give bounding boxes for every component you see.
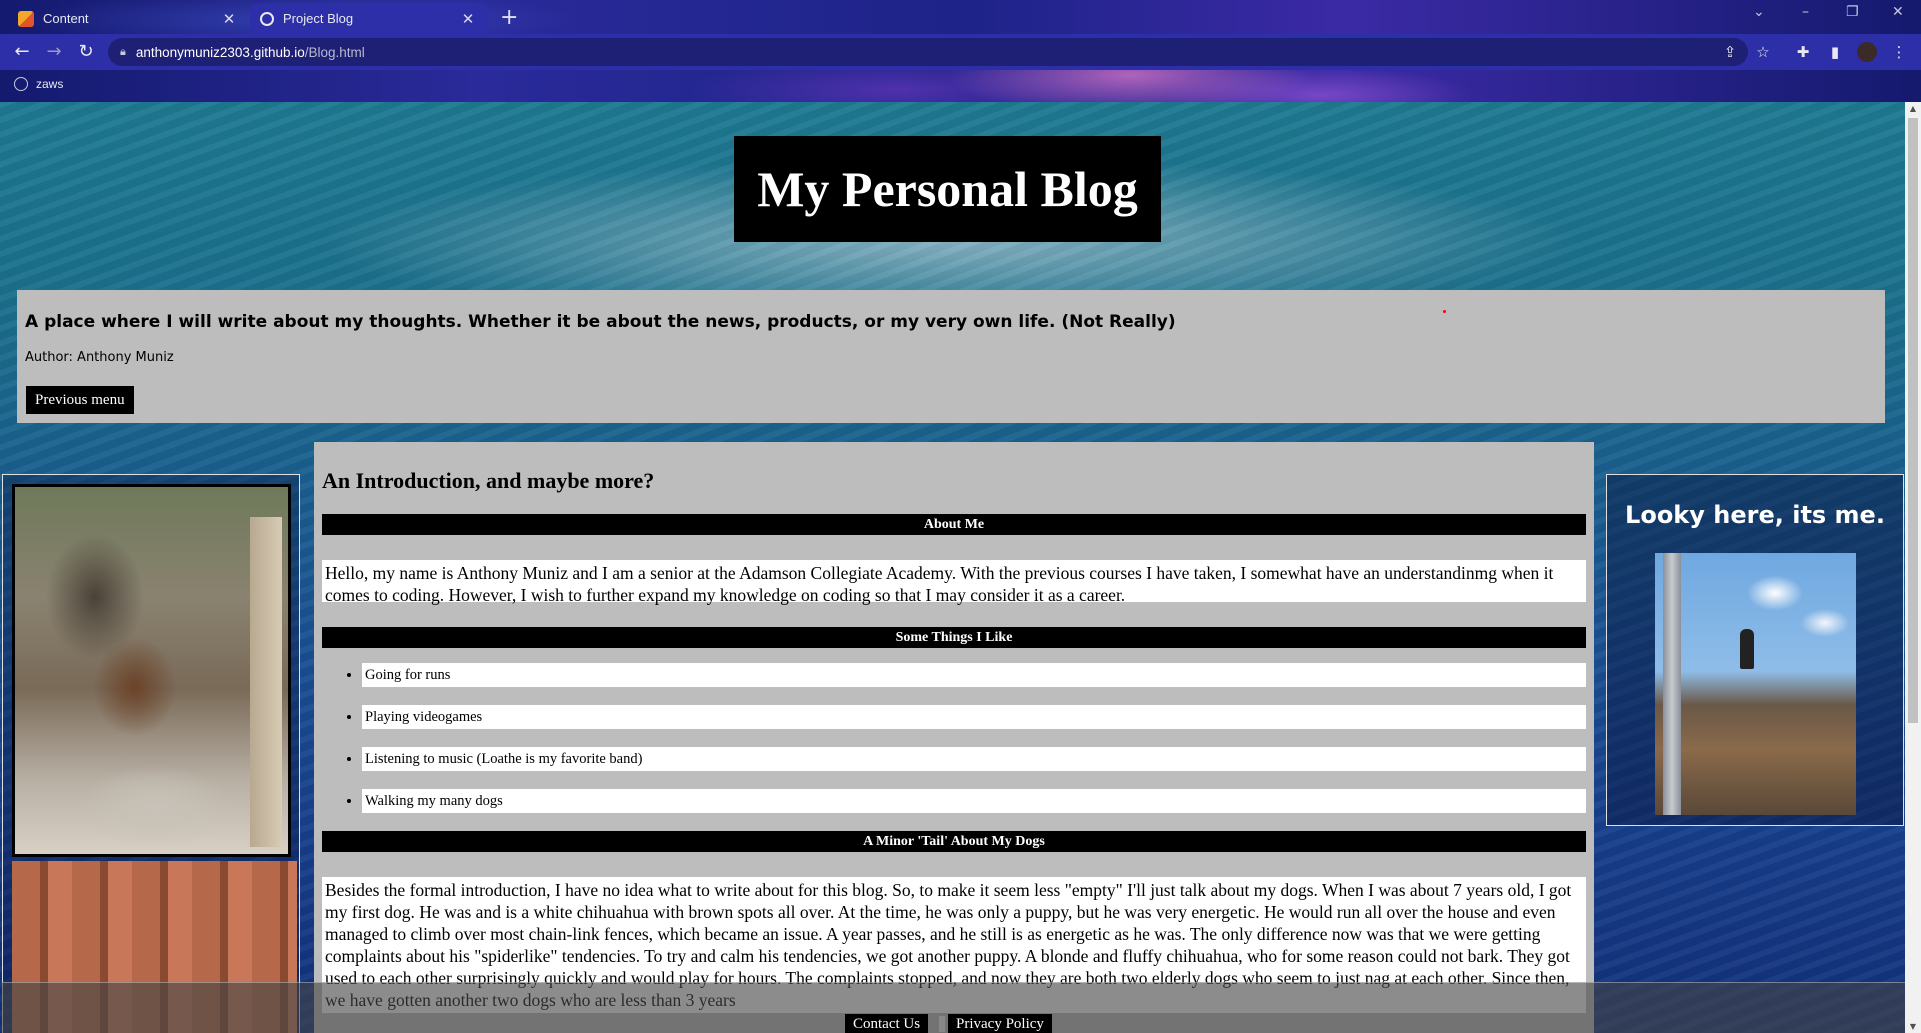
scroll-down-icon[interactable]: ▼ xyxy=(1905,1022,1921,1031)
bookmark-star-icon[interactable]: ☆ xyxy=(1753,42,1773,62)
tab-content[interactable]: Content ✕ xyxy=(8,3,248,34)
tab-project-blog[interactable]: Project Blog ✕ xyxy=(250,3,487,34)
globe-icon xyxy=(14,77,28,91)
bookmark-label: zaws xyxy=(36,77,64,91)
footer-separator xyxy=(939,1016,945,1032)
list-item: Walking my many dogs xyxy=(362,789,1586,813)
menu-icon[interactable]: ⋮ xyxy=(1889,42,1909,62)
right-caption: Looky here, its me. xyxy=(1625,501,1885,529)
page-scrollbar[interactable]: ▲ ▼ xyxy=(1905,102,1921,1033)
forward-icon[interactable]: → xyxy=(42,40,66,64)
tab-strip: Content ✕ Project Blog ✕ + ⌄ – ❐ ✕ xyxy=(0,0,1921,34)
intro-box: A place where I will write about my thou… xyxy=(17,290,1885,423)
contact-us-link[interactable]: Contact Us xyxy=(845,1014,929,1033)
url-host: anthonymuniz2303.github.io xyxy=(135,44,305,60)
section-heading-dogs: A Minor 'Tail' About My Dogs xyxy=(322,831,1586,852)
previous-menu-button[interactable]: Previous menu xyxy=(26,386,134,414)
url-path: /Blog.html xyxy=(304,44,365,60)
section-heading-about: About Me xyxy=(322,514,1586,535)
site-title: My Personal Blog xyxy=(734,136,1161,242)
tab-search-icon[interactable]: ⌄ xyxy=(1753,4,1765,20)
close-icon[interactable]: ✕ xyxy=(459,10,477,28)
profile-avatar[interactable] xyxy=(1857,42,1877,62)
about-paragraph: Hello, my name is Anthony Muniz and I am… xyxy=(322,560,1586,605)
mouse-cursor-dot xyxy=(1443,310,1446,313)
new-tab-icon[interactable]: + xyxy=(500,5,518,30)
tab-label: Project Blog xyxy=(283,11,354,26)
restore-icon[interactable]: ❐ xyxy=(1846,4,1859,20)
photo-post xyxy=(250,517,282,847)
scrollbar-thumb[interactable] xyxy=(1908,118,1918,723)
page-viewport: My Personal Blog A place where I will wr… xyxy=(0,102,1905,1033)
footer-bar: Contact Us Privacy Policy xyxy=(2,982,1905,1033)
right-photo-panel: Looky here, its me. xyxy=(1606,474,1904,826)
list-item: Playing videogames xyxy=(362,705,1586,729)
left-photo-panel xyxy=(2,474,300,1033)
browser-chrome: Content ✕ Project Blog ✕ + ⌄ – ❐ ✕ ← → ↻… xyxy=(0,0,1921,102)
section-heading-likes: Some Things I Like xyxy=(322,627,1586,648)
dogs-photo xyxy=(12,484,291,857)
tab-label: Content xyxy=(43,11,89,26)
close-icon[interactable]: ✕ xyxy=(220,10,238,28)
main-content: An Introduction, and maybe more? About M… xyxy=(314,442,1594,1033)
minimize-icon[interactable]: – xyxy=(1802,4,1809,20)
main-heading: An Introduction, and maybe more? xyxy=(322,468,655,493)
address-bar[interactable]: 🔒︎ anthonymuniz2303.github.io/Blog.html xyxy=(108,38,1748,66)
side-panel-icon[interactable]: ▮ xyxy=(1825,42,1845,62)
author-line: Author: Anthony Muniz xyxy=(25,350,174,365)
author-photo xyxy=(1655,553,1856,815)
photo-person xyxy=(1740,629,1754,669)
scroll-up-icon[interactable]: ▲ xyxy=(1905,104,1921,113)
list-item: Going for runs xyxy=(362,663,1586,687)
photo-pole xyxy=(1663,553,1681,815)
lock-icon[interactable]: 🔒︎ xyxy=(120,46,126,59)
tagline: A place where I will write about my thou… xyxy=(25,312,1176,332)
content-app-icon xyxy=(18,10,34,27)
share-icon[interactable]: ⇪ xyxy=(1720,42,1740,62)
extensions-icon[interactable]: ✚ xyxy=(1793,42,1813,62)
close-window-icon[interactable]: ✕ xyxy=(1892,4,1904,20)
back-icon[interactable]: ← xyxy=(10,40,34,64)
globe-icon xyxy=(260,11,274,26)
likes-list: Going for runs Playing videogames Listen… xyxy=(322,663,1586,813)
privacy-policy-link[interactable]: Privacy Policy xyxy=(948,1014,1052,1033)
bookmarks-bar: zaws xyxy=(0,70,1921,102)
reload-icon[interactable]: ↻ xyxy=(74,40,98,64)
browser-toolbar: ← → ↻ 🔒︎ anthonymuniz2303.github.io/Blog… xyxy=(0,34,1921,70)
bookmark-zaws[interactable]: zaws xyxy=(14,77,63,91)
list-item: Listening to music (Loathe is my favorit… xyxy=(362,747,1586,771)
